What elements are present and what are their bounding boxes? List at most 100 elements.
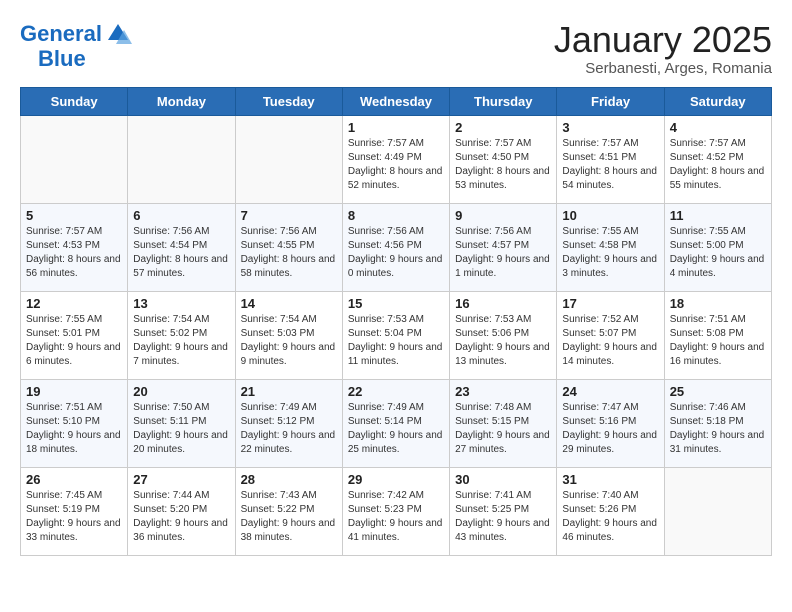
day-detail-text: Sunrise: 7:53 AM Sunset: 5:04 PM Dayligh…	[348, 313, 444, 369]
day-detail-text: Sunrise: 7:55 AM Sunset: 5:01 PM Dayligh…	[26, 313, 122, 369]
table-row: 17Sunrise: 7:52 AM Sunset: 5:07 PM Dayli…	[557, 291, 664, 379]
table-row: 23Sunrise: 7:48 AM Sunset: 5:15 PM Dayli…	[450, 379, 557, 467]
table-row: 31 Sunrise: 7:40 AM Sunset: 5:26 PM Dayli…	[557, 467, 664, 555]
day-detail-text: Sunrise: 7:57 AM Sunset: 4:50 PM Dayligh…	[455, 137, 551, 193]
table-row: 11 Sunrise: 7:55 AM Sunset: 5:00 PM Dayli…	[664, 203, 771, 291]
table-row: 22 Sunrise: 7:49 AM Sunset: 5:14 PM Dayli…	[342, 379, 449, 467]
logo-icon	[104, 20, 132, 48]
day-detail-text: Sunrise: 7:57 AM Sunset: 4:49 PM Dayligh…	[348, 137, 444, 193]
calendar-week-row: 12Sunrise: 7:55 AM Sunset: 5:01 PM Dayli…	[21, 291, 772, 379]
day-detail-text: Sunrise: 7:57 AM Sunset: 4:52 PM Dayligh…	[670, 137, 766, 193]
table-row: 2 Sunrise: 7:57 AM Sunset: 4:50 PM Daylig…	[450, 115, 557, 203]
day-number: 29	[348, 472, 444, 487]
day-detail-text: Sunrise: 7:49 AM Sunset: 5:14 PM Dayligh…	[348, 401, 444, 457]
col-tuesday: Tuesday	[235, 87, 342, 115]
day-number: 20	[133, 384, 229, 399]
day-detail-text: Sunrise: 7:51 AM Sunset: 5:08 PM Dayligh…	[670, 313, 766, 369]
day-detail-text: Sunrise: 7:49 AM Sunset: 5:12 PM Dayligh…	[241, 401, 337, 457]
table-row: 30Sunrise: 7:41 AM Sunset: 5:25 PM Dayli…	[450, 467, 557, 555]
day-detail-text: Sunrise: 7:55 AM Sunset: 5:00 PM Dayligh…	[670, 225, 766, 281]
day-detail-text: Sunrise: 7:46 AM Sunset: 5:18 PM Dayligh…	[670, 401, 766, 457]
day-number: 17	[562, 296, 658, 311]
table-row: 18 Sunrise: 7:51 AM Sunset: 5:08 PM Dayli…	[664, 291, 771, 379]
table-row: 8Sunrise: 7:56 AM Sunset: 4:56 PM Daylig…	[342, 203, 449, 291]
table-row: 27 Sunrise: 7:44 AM Sunset: 5:20 PM Dayli…	[128, 467, 235, 555]
day-number: 19	[26, 384, 122, 399]
calendar-table: Sunday Monday Tuesday Wednesday Thursday…	[20, 87, 772, 556]
day-number: 18	[670, 296, 766, 311]
col-friday: Friday	[557, 87, 664, 115]
day-number: 26	[26, 472, 122, 487]
day-detail-text: Sunrise: 7:57 AM Sunset: 4:53 PM Dayligh…	[26, 225, 122, 281]
table-row: 28Sunrise: 7:43 AM Sunset: 5:22 PM Dayli…	[235, 467, 342, 555]
day-detail-text: Sunrise: 7:45 AM Sunset: 5:19 PM Dayligh…	[26, 489, 122, 545]
table-row: 25 Sunrise: 7:46 AM Sunset: 5:18 PM Dayli…	[664, 379, 771, 467]
day-number: 13	[133, 296, 229, 311]
table-row: 3 Sunrise: 7:57 AM Sunset: 4:51 PM Daylig…	[557, 115, 664, 203]
logo: General Blue	[20, 20, 132, 70]
day-number: 3	[562, 120, 658, 135]
calendar-week-row: 19Sunrise: 7:51 AM Sunset: 5:10 PM Dayli…	[21, 379, 772, 467]
day-detail-text: Sunrise: 7:56 AM Sunset: 4:54 PM Dayligh…	[133, 225, 229, 281]
day-detail-text: Sunrise: 7:50 AM Sunset: 5:11 PM Dayligh…	[133, 401, 229, 457]
table-row: 4 Sunrise: 7:57 AM Sunset: 4:52 PM Daylig…	[664, 115, 771, 203]
day-detail-text: Sunrise: 7:43 AM Sunset: 5:22 PM Dayligh…	[241, 489, 337, 545]
table-row	[664, 467, 771, 555]
table-row: 20 Sunrise: 7:50 AM Sunset: 5:11 PM Dayli…	[128, 379, 235, 467]
day-number: 31	[562, 472, 658, 487]
table-row: 13 Sunrise: 7:54 AM Sunset: 5:02 PM Dayli…	[128, 291, 235, 379]
day-number: 2	[455, 120, 551, 135]
day-number: 9	[455, 208, 551, 223]
table-row: 12Sunrise: 7:55 AM Sunset: 5:01 PM Dayli…	[21, 291, 128, 379]
day-detail-text: Sunrise: 7:44 AM Sunset: 5:20 PM Dayligh…	[133, 489, 229, 545]
day-detail-text: Sunrise: 7:47 AM Sunset: 5:16 PM Dayligh…	[562, 401, 658, 457]
calendar-week-row: 5 Sunrise: 7:57 AM Sunset: 4:53 PM Daylig…	[21, 203, 772, 291]
table-row: 15Sunrise: 7:53 AM Sunset: 5:04 PM Dayli…	[342, 291, 449, 379]
logo-blue-text: Blue	[38, 48, 86, 70]
day-number: 4	[670, 120, 766, 135]
day-number: 27	[133, 472, 229, 487]
table-row: 6 Sunrise: 7:56 AM Sunset: 4:54 PM Daylig…	[128, 203, 235, 291]
month-title: January 2025	[554, 20, 772, 60]
calendar-week-row: 26 Sunrise: 7:45 AM Sunset: 5:19 PM Dayli…	[21, 467, 772, 555]
day-number: 23	[455, 384, 551, 399]
day-number: 14	[241, 296, 337, 311]
logo-general-span: General	[20, 21, 102, 46]
day-detail-text: Sunrise: 7:42 AM Sunset: 5:23 PM Dayligh…	[348, 489, 444, 545]
table-row: 29 Sunrise: 7:42 AM Sunset: 5:23 PM Dayli…	[342, 467, 449, 555]
table-row	[235, 115, 342, 203]
table-row: 1Sunrise: 7:57 AM Sunset: 4:49 PM Daylig…	[342, 115, 449, 203]
day-detail-text: Sunrise: 7:40 AM Sunset: 5:26 PM Dayligh…	[562, 489, 658, 545]
day-number: 6	[133, 208, 229, 223]
day-number: 25	[670, 384, 766, 399]
col-wednesday: Wednesday	[342, 87, 449, 115]
day-number: 22	[348, 384, 444, 399]
col-saturday: Saturday	[664, 87, 771, 115]
table-row: 24Sunrise: 7:47 AM Sunset: 5:16 PM Dayli…	[557, 379, 664, 467]
table-row: 7Sunrise: 7:56 AM Sunset: 4:55 PM Daylig…	[235, 203, 342, 291]
day-detail-text: Sunrise: 7:57 AM Sunset: 4:51 PM Dayligh…	[562, 137, 658, 193]
col-sunday: Sunday	[21, 87, 128, 115]
table-row: 14 Sunrise: 7:54 AM Sunset: 5:03 PM Dayli…	[235, 291, 342, 379]
day-detail-text: Sunrise: 7:54 AM Sunset: 5:03 PM Dayligh…	[241, 313, 337, 369]
location-subtitle: Serbanesti, Arges, Romania	[554, 60, 772, 77]
logo-general-text: General	[20, 23, 102, 45]
day-number: 5	[26, 208, 122, 223]
table-row: 26 Sunrise: 7:45 AM Sunset: 5:19 PM Dayli…	[21, 467, 128, 555]
table-row: 10 Sunrise: 7:55 AM Sunset: 4:58 PM Dayli…	[557, 203, 664, 291]
day-detail-text: Sunrise: 7:41 AM Sunset: 5:25 PM Dayligh…	[455, 489, 551, 545]
table-row: 21 Sunrise: 7:49 AM Sunset: 5:12 PM Dayli…	[235, 379, 342, 467]
page-header: General Blue January 2025 Serbanesti, Ar…	[20, 20, 772, 77]
day-detail-text: Sunrise: 7:54 AM Sunset: 5:02 PM Dayligh…	[133, 313, 229, 369]
day-detail-text: Sunrise: 7:55 AM Sunset: 4:58 PM Dayligh…	[562, 225, 658, 281]
day-number: 21	[241, 384, 337, 399]
day-detail-text: Sunrise: 7:56 AM Sunset: 4:57 PM Dayligh…	[455, 225, 551, 281]
day-number: 10	[562, 208, 658, 223]
day-detail-text: Sunrise: 7:56 AM Sunset: 4:55 PM Dayligh…	[241, 225, 337, 281]
col-monday: Monday	[128, 87, 235, 115]
col-thursday: Thursday	[450, 87, 557, 115]
day-detail-text: Sunrise: 7:56 AM Sunset: 4:56 PM Dayligh…	[348, 225, 444, 281]
day-number: 16	[455, 296, 551, 311]
day-number: 11	[670, 208, 766, 223]
day-detail-text: Sunrise: 7:53 AM Sunset: 5:06 PM Dayligh…	[455, 313, 551, 369]
